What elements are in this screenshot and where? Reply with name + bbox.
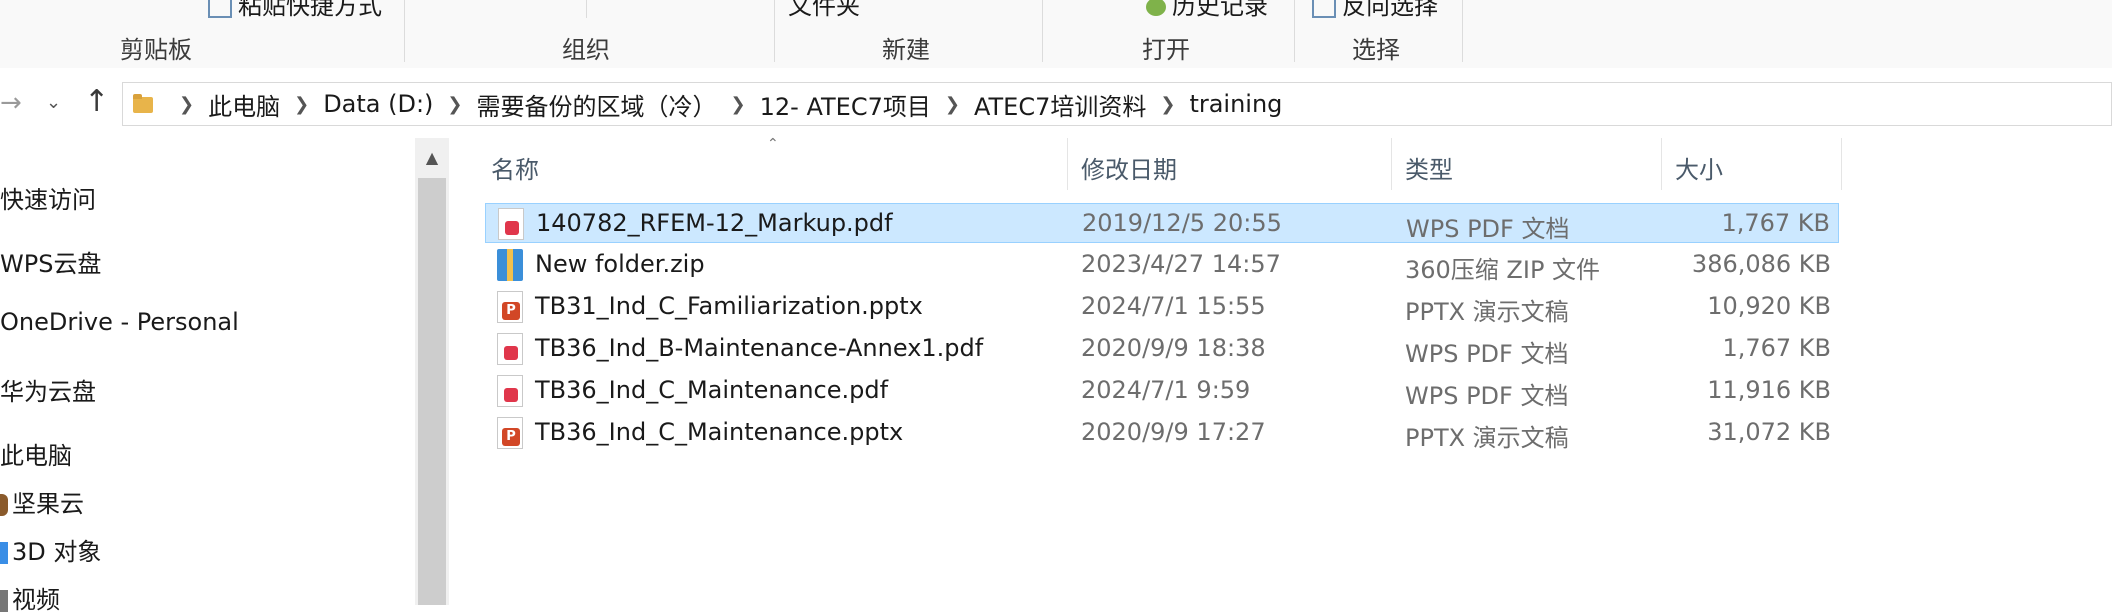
group-divider — [1462, 0, 1463, 62]
file-row[interactable]: TB36_Ind_C_Maintenance.pptx 2020/9/9 17:… — [485, 413, 1839, 453]
file-name: 140782_RFEM-12_Markup.pdf — [536, 209, 893, 237]
file-type: WPS PDF 文档 — [1406, 215, 1570, 243]
file-type: WPS PDF 文档 — [1405, 382, 1569, 410]
zip-icon — [497, 249, 523, 281]
chevron-right-icon[interactable]: ❯ — [447, 94, 462, 115]
invert-selection-icon — [1312, 0, 1336, 18]
paste-shortcut-button[interactable]: 粘贴快捷方式 — [208, 0, 382, 21]
chevron-right-icon[interactable]: ❯ — [945, 94, 960, 115]
sidebar-item-quick-access[interactable]: 快速访问 — [0, 180, 96, 215]
navigation-bar: → ⌄ ↑ ❯ 此电脑 ❯ Data (D:) ❯ 需要备份的区域（冷） ❯ 1… — [0, 68, 2112, 138]
breadcrumb-data-drive[interactable]: Data (D:) — [323, 90, 433, 118]
file-size: 11,916 KB — [1707, 376, 1831, 404]
breadcrumb-atec7-project[interactable]: 12- ATEC7项目 — [760, 87, 931, 122]
file-name: TB31_Ind_C_Familiarization.pptx — [535, 292, 923, 320]
file-row[interactable]: New folder.zip 2023/4/27 14:57 360压缩 ZIP… — [485, 245, 1839, 285]
invert-selection-button[interactable]: 反向选择 — [1312, 0, 1438, 21]
videos-icon — [0, 590, 8, 612]
chevron-right-icon[interactable]: ❯ — [731, 94, 746, 115]
file-name: New folder.zip — [535, 250, 705, 278]
group-label-new: 新建 — [882, 36, 930, 64]
file-size: 10,920 KB — [1707, 292, 1831, 320]
pdf-icon — [498, 208, 524, 240]
column-divider[interactable] — [1841, 138, 1842, 190]
sidebar-item-jianguoyun[interactable]: 坚果云 — [0, 484, 84, 519]
scroll-up-icon[interactable]: ▲ — [418, 146, 446, 170]
column-header-date[interactable]: 修改日期 — [1081, 150, 1177, 185]
ribbon: 粘贴快捷方式 文件夹 历史记录 反向选择 剪贴板 组织 新建 打开 选择 — [0, 0, 2112, 69]
pdf-icon — [497, 333, 523, 365]
group-label-clipboard: 剪贴板 — [120, 36, 192, 64]
group-divider — [1042, 0, 1043, 62]
sidebar-item-wps-cloud[interactable]: WPS云盘 — [0, 244, 101, 279]
group-divider — [1294, 0, 1295, 62]
sidebar-item-videos[interactable]: 视频 — [0, 580, 60, 615]
file-date: 2024/7/1 15:55 — [1081, 292, 1266, 320]
file-type: WPS PDF 文档 — [1405, 340, 1569, 368]
sidebar-item-onedrive[interactable]: OneDrive - Personal — [0, 308, 239, 336]
file-date: 2020/9/9 17:27 — [1081, 418, 1266, 446]
navigation-pane: 快速访问 WPS云盘 OneDrive - Personal 华为云盘 此电脑 … — [0, 138, 415, 614]
jianguoyun-icon — [0, 494, 8, 516]
sort-ascending-icon: ⌃ — [767, 136, 779, 152]
pptx-icon — [497, 291, 523, 323]
column-divider[interactable] — [1391, 138, 1392, 190]
file-date: 2023/4/27 14:57 — [1081, 250, 1281, 278]
group-label-open: 打开 — [1142, 36, 1190, 64]
group-divider — [586, 0, 587, 18]
sidebar-scroll-thumb[interactable] — [418, 178, 446, 605]
address-bar[interactable]: ❯ 此电脑 ❯ Data (D:) ❯ 需要备份的区域（冷） ❯ 12- ATE… — [122, 82, 2112, 126]
pdf-icon — [497, 375, 523, 407]
sidebar-item-huawei-cloud[interactable]: 华为云盘 — [0, 372, 96, 407]
column-header-name[interactable]: 名称 — [491, 150, 539, 185]
file-type: 360压缩 ZIP 文件 — [1405, 256, 1601, 284]
file-name: TB36_Ind_B-Maintenance-Annex1.pdf — [535, 334, 984, 362]
group-divider — [404, 0, 405, 62]
file-row[interactable]: TB36_Ind_B-Maintenance-Annex1.pdf 2020/9… — [485, 329, 1839, 369]
file-size: 1,767 KB — [1721, 209, 1830, 237]
column-header-type[interactable]: 类型 — [1405, 150, 1453, 185]
file-size: 31,072 KB — [1707, 418, 1831, 446]
file-row[interactable]: 140782_RFEM-12_Markup.pdf 2019/12/5 20:5… — [485, 203, 1839, 243]
breadcrumb-training[interactable]: training — [1189, 90, 1282, 118]
column-divider[interactable] — [1067, 138, 1068, 190]
file-date: 2024/7/1 9:59 — [1081, 376, 1251, 404]
file-type: PPTX 演示文稿 — [1405, 298, 1569, 326]
file-size: 1,767 KB — [1722, 334, 1831, 362]
sidebar-item-this-pc[interactable]: 此电脑 — [0, 436, 72, 471]
file-name: TB36_Ind_C_Maintenance.pdf — [535, 376, 889, 404]
breadcrumb-training-materials[interactable]: ATEC7培训资料 — [974, 87, 1146, 122]
file-row[interactable]: TB31_Ind_C_Familiarization.pptx 2024/7/1… — [485, 287, 1839, 327]
forward-arrow-icon[interactable]: → — [0, 88, 22, 118]
chevron-down-icon[interactable]: ⌄ — [46, 92, 61, 113]
group-label-select: 选择 — [1352, 36, 1400, 64]
new-folder-button[interactable]: 文件夹 — [788, 0, 860, 21]
file-list: ⌃ 名称 修改日期 类型 大小 140782_RFEM-12_Markup.pd… — [449, 136, 2112, 605]
file-row[interactable]: TB36_Ind_C_Maintenance.pdf 2024/7/1 9:59… — [485, 371, 1839, 411]
chevron-right-icon[interactable]: ❯ — [294, 94, 309, 115]
3d-objects-icon — [0, 542, 8, 564]
file-date: 2020/9/9 18:38 — [1081, 334, 1266, 362]
group-divider — [774, 0, 775, 62]
folder-icon — [133, 94, 153, 114]
group-label-organize: 组织 — [562, 36, 610, 64]
sidebar-item-3d-objects[interactable]: 3D 对象 — [0, 532, 101, 567]
paste-shortcut-icon — [208, 0, 232, 18]
up-arrow-icon[interactable]: ↑ — [84, 84, 109, 119]
breadcrumb-backup-area[interactable]: 需要备份的区域（冷） — [477, 87, 717, 122]
column-header-size[interactable]: 大小 — [1675, 150, 1723, 185]
history-icon — [1146, 0, 1166, 16]
file-type: PPTX 演示文稿 — [1405, 424, 1569, 452]
file-size: 386,086 KB — [1691, 250, 1831, 278]
column-divider[interactable] — [1661, 138, 1662, 190]
file-date: 2019/12/5 20:55 — [1082, 209, 1282, 237]
chevron-right-icon[interactable]: ❯ — [1160, 94, 1175, 115]
pptx-icon — [497, 417, 523, 449]
chevron-right-icon: ❯ — [179, 93, 195, 115]
history-button[interactable]: 历史记录 — [1146, 0, 1268, 21]
breadcrumb-this-pc[interactable]: 此电脑 — [208, 87, 280, 122]
file-name: TB36_Ind_C_Maintenance.pptx — [535, 418, 904, 446]
